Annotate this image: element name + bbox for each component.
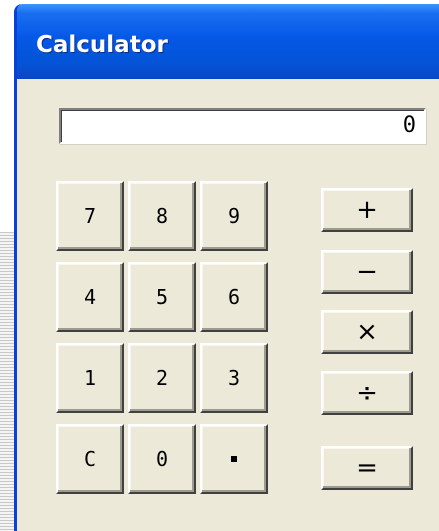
key-clear[interactable]: C xyxy=(56,424,124,494)
key-3[interactable]: 3 xyxy=(200,343,268,413)
multiply-button[interactable]: × xyxy=(321,310,413,354)
key-5[interactable]: 5 xyxy=(128,262,196,332)
key-6[interactable]: 6 xyxy=(200,262,268,332)
subtract-button[interactable]: − xyxy=(321,250,413,294)
key-1[interactable]: 1 xyxy=(56,343,124,413)
key-0[interactable]: 0 xyxy=(128,424,196,494)
background-ruler-strip xyxy=(0,232,15,531)
display-value: 0 xyxy=(402,113,416,138)
screen: Calculator 0 7 8 9 4 5 6 1 2 3 C 0 + − ×… xyxy=(0,0,439,531)
key-2[interactable]: 2 xyxy=(128,343,196,413)
key-9[interactable]: 9 xyxy=(200,181,268,251)
title-bar[interactable]: Calculator xyxy=(17,4,439,79)
key-7[interactable]: 7 xyxy=(56,181,124,251)
calculator-window: Calculator 0 7 8 9 4 5 6 1 2 3 C 0 + − ×… xyxy=(14,4,439,531)
equals-button[interactable]: = xyxy=(321,446,413,490)
add-button[interactable]: + xyxy=(321,188,413,232)
key-decimal[interactable] xyxy=(200,424,268,494)
divide-button[interactable]: ÷ xyxy=(321,371,413,415)
calculator-display: 0 xyxy=(59,108,426,144)
key-4[interactable]: 4 xyxy=(56,262,124,332)
key-8[interactable]: 8 xyxy=(128,181,196,251)
window-title: Calculator xyxy=(36,32,168,58)
decimal-point-icon xyxy=(231,456,237,462)
